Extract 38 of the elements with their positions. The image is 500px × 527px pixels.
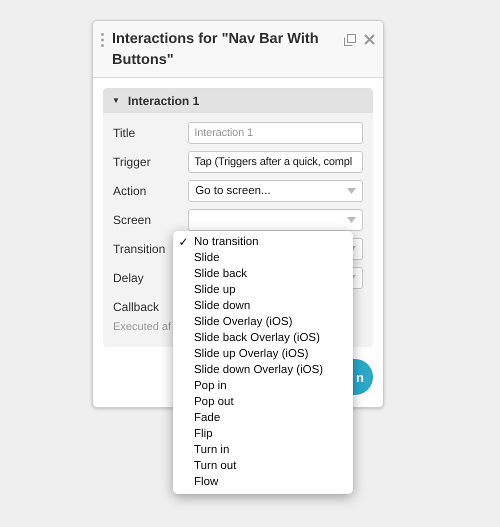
dropdown-arrow-icon: [347, 188, 356, 194]
menu-item[interactable]: Pop out: [173, 394, 353, 410]
field-label: Action: [113, 184, 148, 198]
section-title: Interaction 1: [128, 94, 200, 108]
expand-triangle-icon[interactable]: ▼: [112, 96, 120, 105]
section-header[interactable]: ▼ Interaction 1: [103, 88, 373, 113]
menu-item[interactable]: Pop in: [173, 378, 353, 394]
field-label: Callback: [113, 300, 160, 314]
menu-item[interactable]: ✓ No transition: [173, 234, 353, 250]
menu-item[interactable]: Slide up Overlay (iOS): [173, 346, 353, 362]
menu-item[interactable]: Flow: [173, 474, 353, 490]
menu-item[interactable]: Slide Overlay (iOS): [173, 314, 353, 330]
menu-item[interactable]: Slide back Overlay (iOS): [173, 330, 353, 346]
field-label: Transition: [113, 242, 166, 256]
menu-item[interactable]: Slide down: [173, 298, 353, 314]
text-field[interactable]: Tap (Triggers after a quick, compl: [188, 151, 363, 173]
field-label: Title: [113, 126, 136, 140]
select-field[interactable]: [188, 209, 363, 231]
field-label: Screen: [113, 213, 152, 227]
select-field[interactable]: Go to screen...: [188, 180, 363, 202]
close-icon[interactable]: [364, 34, 375, 45]
menu-item[interactable]: Slide: [173, 250, 353, 266]
menu-item[interactable]: Flip: [173, 426, 353, 442]
menu-item[interactable]: Turn out: [173, 458, 353, 474]
panel-title: Interactions for "Nav Bar With Buttons": [112, 30, 320, 70]
menu-item[interactable]: Fade: [173, 410, 353, 426]
text-field[interactable]: Interaction 1: [188, 122, 363, 144]
dropdown-arrow-icon: [347, 217, 356, 223]
checkmark-icon: ✓: [173, 235, 194, 249]
menu-item[interactable]: Slide up: [173, 282, 353, 298]
drag-handle-icon[interactable]: [101, 33, 104, 47]
help-text: Executed af: [113, 321, 172, 333]
menu-item[interactable]: Slide down Overlay (iOS): [173, 362, 353, 378]
menu-item[interactable]: Turn in: [173, 442, 353, 458]
field-label: Delay: [113, 271, 145, 285]
field-label: Trigger: [113, 155, 152, 169]
popout-icon[interactable]: [344, 34, 356, 46]
menu-item[interactable]: Slide back: [173, 266, 353, 282]
